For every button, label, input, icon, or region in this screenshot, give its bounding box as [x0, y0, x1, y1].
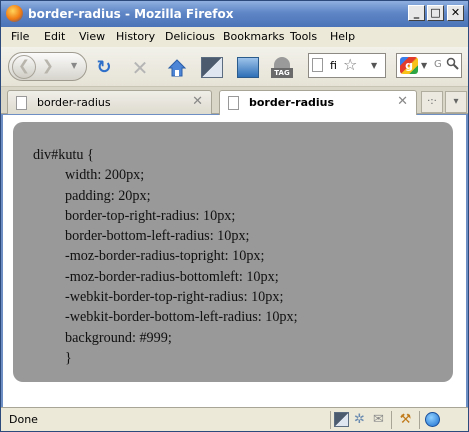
screen-capture-status-icon[interactable] [334, 412, 349, 427]
search-bar[interactable]: g ▼ G [396, 53, 462, 78]
status-bar: Done ✲ ✉ ⚒ [1, 407, 468, 431]
forward-button[interactable]: ❯ [42, 58, 54, 74]
tag-button[interactable]: TAG [271, 55, 293, 81]
status-text: Done [9, 413, 38, 426]
menu-bookmarks[interactable]: Bookmarks [223, 30, 284, 43]
search-input[interactable]: G [434, 59, 442, 70]
css-declaration: background: #999; [65, 329, 172, 346]
home-icon [167, 59, 187, 77]
css-declaration: border-bottom-left-radius: 10px; [65, 228, 250, 245]
menu-delicious[interactable]: Delicious [165, 30, 215, 43]
back-button[interactable]: ❮ [12, 55, 36, 79]
url-input[interactable]: fi [330, 59, 337, 72]
minimize-button[interactable]: _ [408, 5, 425, 21]
browser-window: border-radius - Mozilla Firefox _ □ ✕ Fi… [0, 0, 469, 432]
css-declaration: width: 200px; [65, 167, 145, 184]
css-declaration: border-top-right-radius: 10px; [65, 207, 236, 224]
status-divider [419, 411, 420, 429]
css-closing-brace: } [65, 349, 72, 366]
tab-bar: border-radius ✕ border-radius ✕ ·:· ▾ [1, 87, 468, 115]
magnifier-icon [446, 57, 459, 70]
reload-button[interactable]: ↻ [93, 57, 115, 79]
page-icon [312, 58, 323, 72]
globe-icon[interactable] [425, 412, 440, 427]
close-tab-icon[interactable]: ✕ [192, 94, 203, 109]
url-dropdown-icon[interactable]: ▼ [371, 61, 377, 70]
tab-inactive[interactable]: border-radius ✕ [7, 90, 212, 114]
tools-icon[interactable]: ⚒ [398, 412, 413, 427]
tab-label: border-radius [37, 96, 111, 109]
css-declaration: -moz-border-radius-bottomleft: 10px; [65, 268, 279, 285]
tab-active[interactable]: border-radius ✕ [219, 90, 417, 115]
tag-label: TAG [271, 68, 293, 78]
tab-menu-button[interactable]: ▾ [445, 91, 467, 113]
maximize-button[interactable]: □ [427, 5, 444, 21]
title-bar[interactable]: border-radius - Mozilla Firefox _ □ ✕ [1, 1, 468, 27]
bookmark-star-icon[interactable]: ☆ [343, 55, 357, 74]
status-divider [391, 411, 392, 429]
css-declaration: -webkit-border-bottom-left-radius: 10px; [65, 309, 298, 326]
close-window-button[interactable]: ✕ [447, 5, 464, 21]
firefox-icon[interactable] [6, 5, 23, 22]
google-engine-icon[interactable]: g [400, 57, 418, 74]
page-icon [228, 96, 239, 110]
url-bar[interactable]: fi ☆ ▼ [308, 53, 386, 78]
stop-button[interactable]: ✕ [129, 57, 151, 79]
menu-help[interactable]: Help [330, 30, 355, 43]
window-title: border-radius - Mozilla Firefox [28, 7, 234, 21]
snowflake-icon[interactable]: ✲ [352, 412, 367, 427]
back-forward-group: ❮ ❯ ▼ [8, 52, 87, 81]
close-tab-icon[interactable]: ✕ [397, 94, 408, 109]
menu-view[interactable]: View [79, 30, 105, 43]
navigation-toolbar: ❮ ❯ ▼ ↻ ✕ TAG fi ☆ ▼ g ▼ G [1, 47, 468, 87]
menu-edit[interactable]: Edit [44, 30, 65, 43]
kutu-box: div#kutu { width: 200px; padding: 20px; … [13, 122, 453, 382]
css-declaration: -moz-border-radius-topright: 10px; [65, 248, 265, 265]
css-selector: div#kutu { [33, 147, 94, 163]
engine-dropdown-icon[interactable]: ▼ [421, 61, 427, 70]
page-style-icon[interactable] [237, 57, 259, 78]
screen-capture-icon[interactable] [201, 57, 223, 78]
menu-tools[interactable]: Tools [290, 30, 317, 43]
history-dropdown-icon[interactable]: ▼ [71, 61, 77, 70]
tab-label: border-radius [249, 96, 335, 109]
page-icon [16, 96, 27, 110]
css-declaration: -webkit-border-top-right-radius: 10px; [65, 289, 284, 306]
menu-file[interactable]: File [11, 30, 29, 43]
list-all-tabs-button[interactable]: ·:· [421, 91, 443, 113]
page-content: div#kutu { width: 200px; padding: 20px; … [3, 115, 466, 407]
status-divider [330, 411, 331, 429]
home-button[interactable] [166, 57, 188, 79]
css-declaration: padding: 20px; [65, 187, 151, 204]
menu-bar: File Edit View History Delicious Bookmar… [1, 27, 468, 47]
search-icon[interactable] [446, 57, 459, 74]
mail-icon[interactable]: ✉ [371, 412, 386, 427]
menu-history[interactable]: History [116, 30, 155, 43]
